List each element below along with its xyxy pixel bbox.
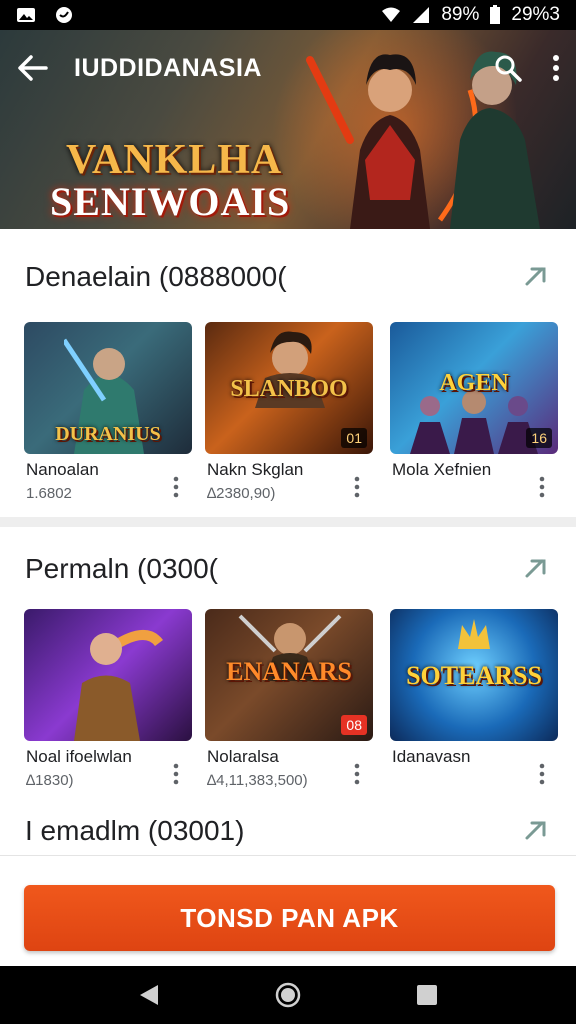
app-name: Mola Xefnien [392, 460, 492, 479]
section-header[interactable]: I emadlm (03001) [25, 811, 552, 851]
app-card[interactable]: SLANBOO 01 Nakn Skglan ∆2380,90) [205, 322, 373, 502]
app-card[interactable]: AGEN 16 Mola Xefnien [390, 322, 558, 498]
back-arrow-icon[interactable] [16, 54, 48, 82]
section-header[interactable]: Denaelain (0888000( [25, 257, 552, 297]
section-title: Denaelain (0888000( [25, 261, 287, 292]
more-vert-icon[interactable] [353, 763, 361, 785]
nav-back-icon[interactable] [138, 983, 160, 1007]
app-name: Nakn Skglan [207, 460, 304, 479]
search-icon[interactable] [494, 54, 522, 82]
arrow-right-icon[interactable] [522, 554, 552, 584]
app-name: Noal ifoelwlan [26, 747, 132, 766]
nav-recents-icon[interactable] [416, 984, 438, 1006]
battery-icon [490, 5, 501, 24]
download-apk-button[interactable]: TONSD PAN APK [24, 885, 555, 951]
app-badge: 08 [341, 715, 367, 735]
app-name: Nolaralsa [207, 747, 279, 766]
battery-percent: 89% [441, 4, 480, 25]
app-card[interactable]: DURANIUS Nanoalan 1.6802 [24, 322, 192, 502]
section-2: Permaln (0300( Noal ifoelwlan ∆1830) ENA… [0, 527, 576, 807]
app-card[interactable]: ENANARS 08 Nolaralsa ∆4,11,383,500) [205, 609, 373, 789]
hero-logo-line2: SENIWOAIS [50, 179, 291, 224]
hero-logo-line1: VANKLHA [66, 137, 283, 183]
more-vert-icon[interactable] [552, 54, 560, 82]
section-divider [0, 517, 576, 527]
more-vert-icon[interactable] [353, 476, 361, 498]
more-vert-icon[interactable] [538, 763, 546, 785]
status-time: 29%3 [511, 4, 560, 25]
thumbnail-title: DURANIUS [55, 423, 161, 445]
app-badge: 16 [526, 428, 552, 448]
app-thumbnail[interactable]: ENANARS 08 [205, 609, 373, 741]
cta-area: TONSD PAN APK [0, 855, 576, 966]
thumbnail-title: AGEN [439, 370, 509, 396]
arrow-right-icon[interactable] [522, 262, 552, 292]
thumbnail-title: ENANARS [226, 657, 352, 686]
app-card[interactable]: Noal ifoelwlan ∆1830) [24, 609, 192, 789]
status-bar: 89% 29%3 [0, 0, 576, 30]
app-rating: 1.6802 [26, 485, 72, 502]
wifi-icon [382, 7, 401, 22]
system-nav-bar [0, 966, 576, 1024]
app-name: Nanoalan [26, 460, 99, 479]
more-vert-icon[interactable] [538, 476, 546, 498]
section-header[interactable]: Permaln (0300( [25, 549, 552, 589]
thumbnail-title: SOTEARSS [406, 661, 542, 690]
thumbnail-title: SLANBOO [230, 376, 348, 402]
app-thumbnail[interactable] [24, 609, 192, 741]
more-vert-icon[interactable] [172, 476, 180, 498]
nav-home-icon[interactable] [275, 982, 301, 1008]
arrow-right-icon[interactable] [522, 816, 552, 846]
app-thumbnail[interactable]: SOTEARSS [390, 609, 558, 741]
page-title: IUDDIDANASIA [74, 53, 262, 82]
hero-figure-illustration [74, 630, 163, 741]
section-title: I emadlm (03001) [25, 815, 245, 846]
hero-banner: IUDDIDANASIA VANKLHA SENIWOAIS [0, 30, 576, 229]
app-rating: ∆1830) [26, 772, 74, 789]
app-thumbnail[interactable]: AGEN 16 [390, 322, 558, 454]
more-vert-icon[interactable] [172, 763, 180, 785]
chat-icon [56, 7, 72, 23]
app-card[interactable]: SOTEARSS Idanavasn [390, 609, 558, 785]
app-rating: ∆2380,90) [207, 485, 276, 502]
section-1: Denaelain (0888000( DURANIUS Nanoalan 1.… [0, 229, 576, 517]
app-badge: 01 [341, 428, 367, 448]
section-title: Permaln (0300( [25, 553, 218, 584]
section-3: I emadlm (03001) [0, 807, 576, 855]
app-rating: ∆4,11,383,500) [207, 772, 308, 789]
app-bar: IUDDIDANASIA [0, 30, 576, 106]
signal-icon [413, 7, 430, 23]
app-thumbnail[interactable]: SLANBOO 01 [205, 322, 373, 454]
app-thumbnail[interactable]: DURANIUS [24, 322, 192, 454]
crown-icon [458, 619, 490, 649]
app-name: Idanavasn [392, 747, 471, 766]
gallery-icon [17, 8, 35, 22]
